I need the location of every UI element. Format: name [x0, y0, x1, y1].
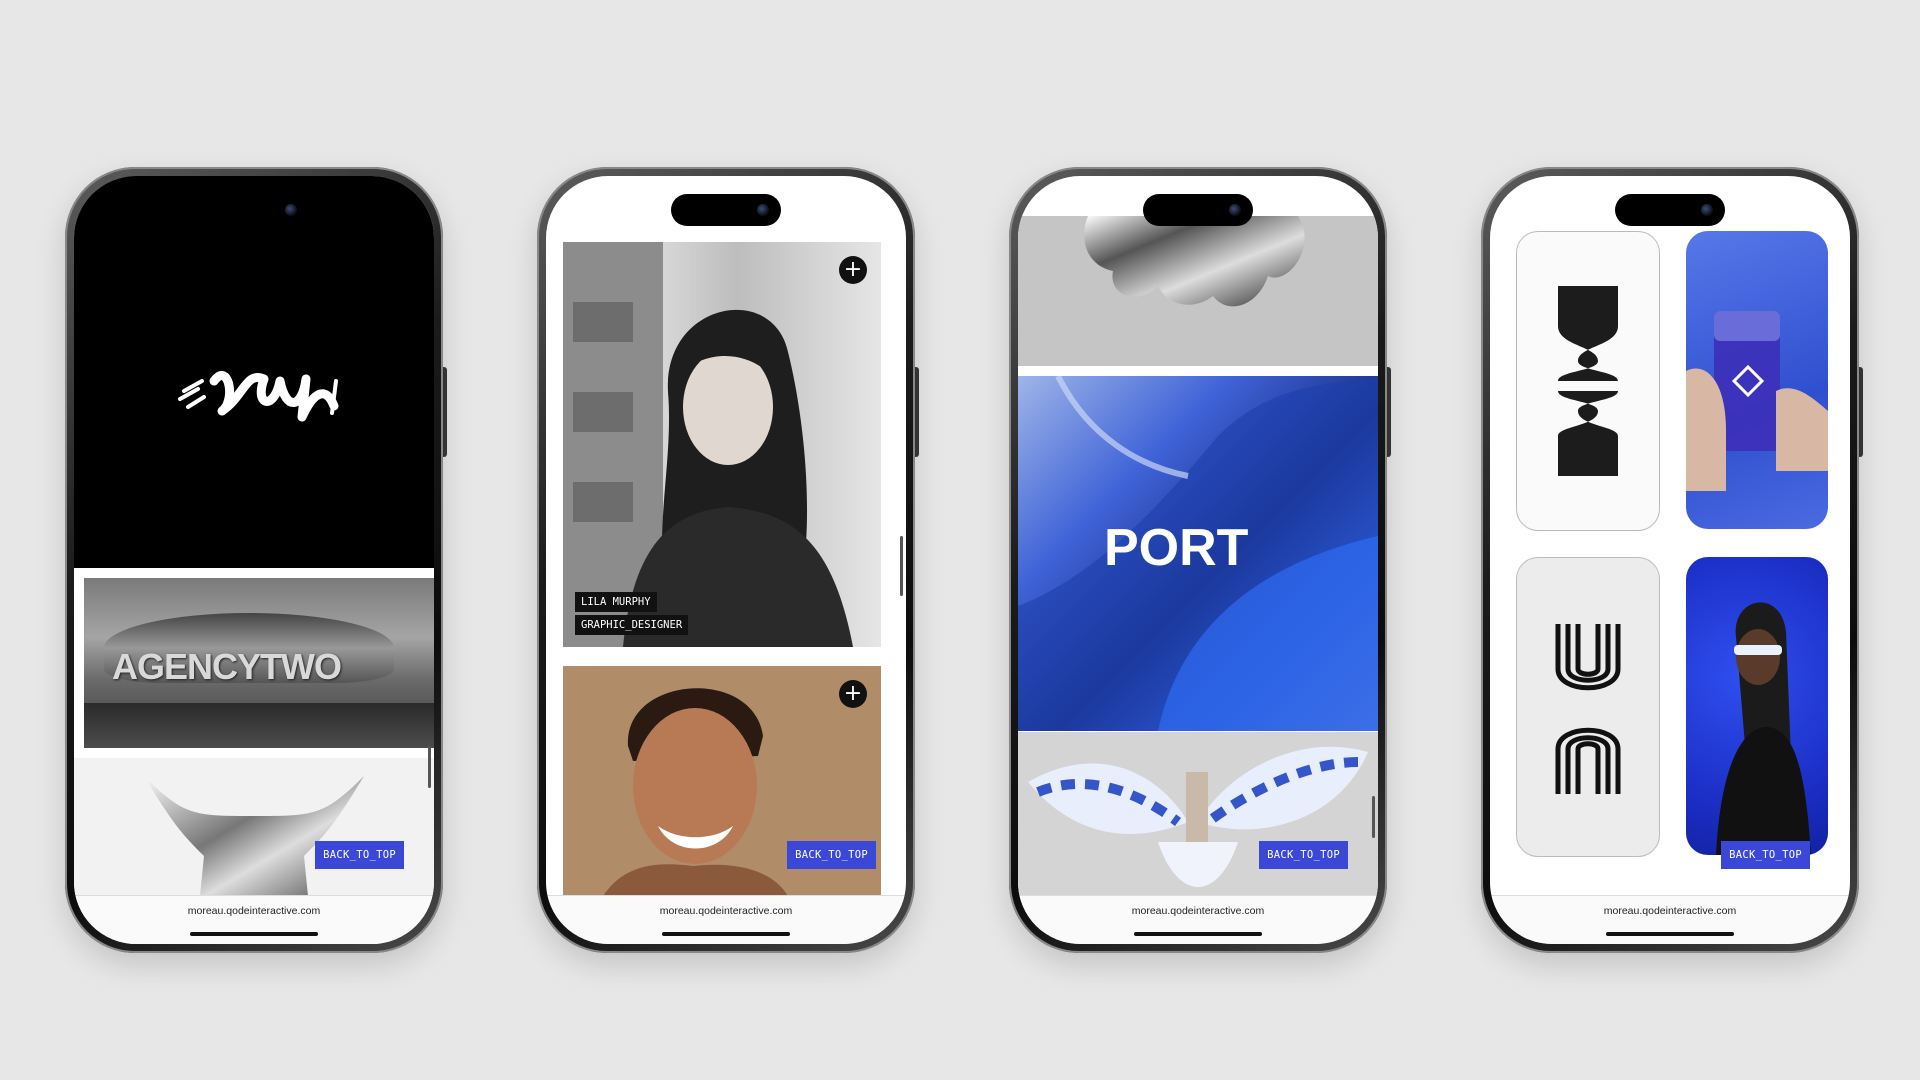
brand-drink-card[interactable]: [1686, 231, 1828, 529]
chrome-blob-image[interactable]: [1018, 216, 1378, 366]
scrollbar[interactable]: [428, 746, 431, 788]
team-card-lila[interactable]: + LILA MURPHY GRAPHIC_DESIGNER: [563, 242, 881, 647]
profile-name: LILA MURPHY: [575, 592, 657, 612]
back-to-top-button[interactable]: BACK_TO_TOP: [315, 841, 404, 869]
plus-icon[interactable]: +: [839, 256, 867, 284]
browser-address-bar[interactable]: moreau.qodeinteractive.com: [1490, 895, 1850, 944]
phone-screen-4: BACK_TO_TOP moreau.qodeinteractive.com: [1490, 176, 1850, 944]
browser-address-bar[interactable]: moreau.qodeinteractive.com: [74, 895, 434, 944]
phone-screen-3: PORT BACK_TO_TOP moreau.qodeinteractive.…: [1018, 176, 1378, 944]
url-text: moreau.qodeinteractive.com: [187, 905, 321, 917]
home-indicator[interactable]: [1606, 932, 1734, 936]
abstract-logo-mark-1: [1558, 286, 1618, 476]
dynamic-island: [1615, 194, 1725, 226]
url-text: moreau.qodeinteractive.com: [1603, 905, 1737, 917]
phone-mockup-2: + LILA MURPHY GRAPHIC_DESIGNER + BACK_TO…: [537, 167, 919, 953]
phone-mockup-4: BACK_TO_TOP moreau.qodeinteractive.com: [1481, 167, 1863, 953]
plus-icon[interactable]: +: [839, 680, 867, 708]
drink-glass-photo: [1686, 311, 1828, 491]
phone-screen-2: + LILA MURPHY GRAPHIC_DESIGNER + BACK_TO…: [546, 176, 906, 944]
scrollbar[interactable]: [1372, 796, 1375, 838]
scrollbar[interactable]: [900, 536, 903, 596]
brand-logo-card-1[interactable]: [1516, 231, 1660, 531]
dynamic-island: [199, 194, 309, 226]
portrait-photo-lila: [563, 242, 853, 647]
brand-logo-card-2[interactable]: [1516, 557, 1660, 857]
chrome-blob: [1084, 216, 1305, 307]
home-indicator[interactable]: [1134, 932, 1262, 936]
home-indicator[interactable]: [190, 932, 318, 936]
browser-address-bar[interactable]: moreau.qodeinteractive.com: [546, 895, 906, 944]
browser-address-bar[interactable]: moreau.qodeinteractive.com: [1018, 895, 1378, 944]
logo-section[interactable]: [74, 176, 434, 568]
url-text: moreau.qodeinteractive.com: [659, 905, 793, 917]
back-to-top-button[interactable]: BACK_TO_TOP: [1721, 841, 1810, 869]
abstract-logo-mark-2: [1555, 624, 1621, 794]
brand-model-card[interactable]: [1686, 557, 1828, 855]
agency-title: AGENCYTWO: [112, 646, 342, 687]
phone-screen-1: AGENCYTWO BACK_TO_TOP moreau.qodeinterac…: [74, 176, 434, 944]
url-text: moreau.qodeinteractive.com: [1131, 905, 1265, 917]
phone-mockup-1: AGENCYTWO BACK_TO_TOP moreau.qodeinterac…: [65, 167, 447, 953]
dynamic-island: [671, 194, 781, 226]
back-to-top-button[interactable]: BACK_TO_TOP: [787, 841, 876, 869]
model-with-sunglasses-photo: [1716, 602, 1811, 855]
dynamic-island: [1143, 194, 1253, 226]
home-indicator[interactable]: [662, 932, 790, 936]
back-to-top-button[interactable]: BACK_TO_TOP: [1259, 841, 1348, 869]
port-title: PORT: [1104, 519, 1249, 577]
phone-mockup-3: PORT BACK_TO_TOP moreau.qodeinteractive.…: [1009, 167, 1391, 953]
port-feature-image[interactable]: PORT: [1018, 376, 1378, 731]
agency-image[interactable]: AGENCYTWO: [84, 578, 434, 748]
profile-role: GRAPHIC_DESIGNER: [575, 615, 689, 635]
graffiti-logo: [178, 370, 339, 422]
chrome-object-section[interactable]: [74, 758, 434, 918]
